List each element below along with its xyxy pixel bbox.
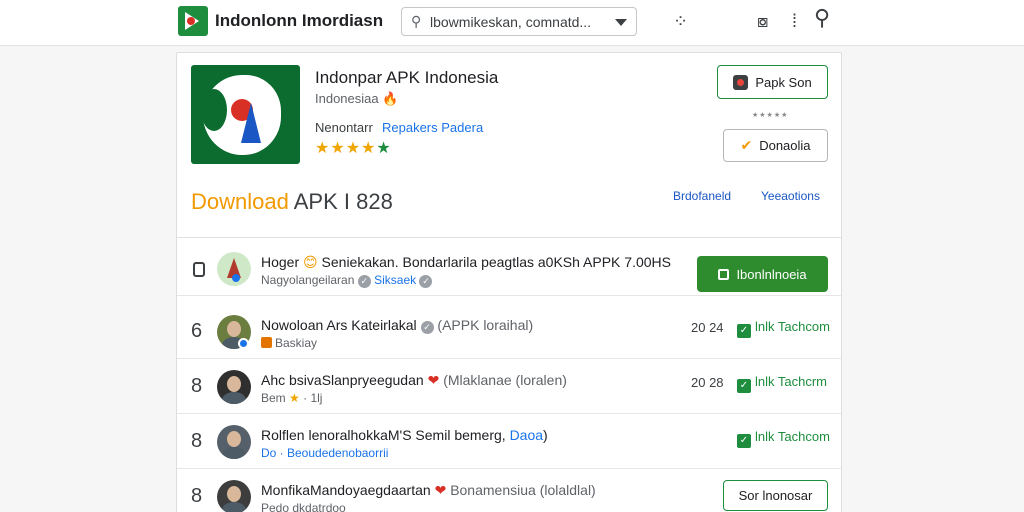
download-link-1[interactable]: Brdofaneld <box>673 189 731 203</box>
row-subtitle: Pedo dkdatrdoo <box>261 501 346 512</box>
app-store-icon <box>733 74 749 90</box>
heart-icon: ❤ <box>427 372 440 388</box>
search-icon[interactable]: ⚲ <box>814 7 830 29</box>
row-number: 8 <box>191 430 203 452</box>
chevron-down-icon[interactable] <box>615 19 627 26</box>
download-title: Download APK I 828 <box>191 189 393 214</box>
checkbox-checked-icon: ✓ <box>737 324 751 338</box>
row-subtitle: Do · Beoudedenobaorrii <box>261 446 389 460</box>
row-check-status[interactable]: ✓ lnlk Tachcom <box>737 429 830 448</box>
app-title: Indonpar APK Indonesia <box>315 68 499 87</box>
logo-dot <box>187 17 195 25</box>
avatar <box>217 480 251 512</box>
search-input[interactable] <box>430 13 610 31</box>
smile-icon: 😊 <box>303 254 318 270</box>
avatar <box>217 370 251 404</box>
star-icon: ★ <box>289 391 300 405</box>
app-logo[interactable] <box>178 6 208 36</box>
rating-stars: ★★★★★ <box>315 140 392 157</box>
download-button[interactable]: Ibonlnlnoeia <box>697 256 828 292</box>
list-item[interactable]: 6 Nowoloan Ars Kateirlakal ✓ (APPK lorai… <box>177 305 841 359</box>
checkbox-checked-icon: ✓ <box>737 379 751 393</box>
app-card: Indonpar APK Indonesia Indonesiaa 🔥 Neno… <box>176 52 842 512</box>
row-number: 8 <box>191 375 203 397</box>
verified-icon: ✓ <box>357 275 371 288</box>
heart-icon: ❤ <box>434 482 447 498</box>
list-item[interactable]: 8 Ahc bsivaSlanpryeegudan ❤ (Mlaklanae (… <box>177 360 841 414</box>
app-subtitle: Indonesiaa 🔥 <box>315 91 399 106</box>
verified-icon: ✓ <box>420 321 434 334</box>
row-subtitle: Bem ★ · 1lj <box>261 391 323 405</box>
check-icon: ✔ <box>740 137 753 153</box>
tag-icon <box>261 337 272 348</box>
download-icon <box>718 268 730 280</box>
status-badge <box>238 338 249 349</box>
app-icon[interactable] <box>191 65 300 164</box>
app-meta-link[interactable]: Repakers Padera <box>382 120 483 135</box>
small-rating-stars: ★★★★★ <box>752 112 789 119</box>
row-title: Ahc bsivaSlanpryeegudan ❤ (Mlaklanae (lo… <box>261 372 567 388</box>
grid-dots-icon[interactable]: ⁘ <box>673 10 688 32</box>
secondary-action-button[interactable]: ✔ Donaolia <box>723 129 828 162</box>
row-check-status[interactable]: ✓ lnlk Tachcom <box>737 319 830 338</box>
row-number: 6 <box>191 320 203 342</box>
row-title: MonfikaMandoyaegdaartan ❤ Bonamensiua (l… <box>261 482 596 498</box>
avatar <box>217 252 251 286</box>
section-divider <box>177 237 841 238</box>
list-item[interactable]: 8 MonfikaMandoyaegdaartan ❤ Bonamensiua … <box>177 470 841 512</box>
row-title: Rolflen lenoralhokkaM'S Semil bemerg, Da… <box>261 427 548 443</box>
row-number: 8 <box>191 485 203 507</box>
brand-name[interactable]: Indonlonn Imordiasn <box>215 11 383 31</box>
primary-action-button[interactable]: Papk Son <box>717 65 828 99</box>
user-search-icon: ⚲ <box>411 13 422 29</box>
list-item[interactable]: Hoger 😊 Seniekakan. Bondarlarila peagtla… <box>177 242 841 296</box>
row-subtitle: Baskiay <box>261 336 317 350</box>
bookmark-icon[interactable]: ⁞ <box>792 10 797 32</box>
row-title: Hoger 😊 Seniekakan. Bondarlarila peagtla… <box>261 254 671 270</box>
lock-icon <box>193 262 205 277</box>
row-title: Nowoloan Ars Kateirlakal ✓ (APPK loraiha… <box>261 317 534 334</box>
camera-icon[interactable]: ⧇ <box>757 10 768 32</box>
download-link-2[interactable]: Yeeaotions <box>761 189 820 203</box>
row-check-status[interactable]: ✓ lnlk Tachcrm <box>737 374 827 393</box>
row-action-button[interactable]: Sor lnonosar <box>723 480 828 511</box>
checkbox-checked-icon: ✓ <box>737 434 751 448</box>
avatar <box>217 425 251 459</box>
row-date: 20 28 <box>691 375 724 390</box>
row-subtitle: Nagyolangeilaran ✓ Siksaek ✓ <box>261 273 433 288</box>
verified-icon: ✓ <box>419 275 433 288</box>
row-date: 20 24 <box>691 320 724 335</box>
app-meta-label: Nenontarr <box>315 120 373 135</box>
top-bar: Indonlonn Imordiasn ⚲ ⁘ ⧇ ⁞ ⚲ <box>0 0 1024 46</box>
list-item[interactable]: 8 Rolflen lenoralhokkaM'S Semil bemerg, … <box>177 415 841 469</box>
flame-icon: 🔥 <box>382 91 399 106</box>
search-box[interactable]: ⚲ <box>401 7 637 36</box>
